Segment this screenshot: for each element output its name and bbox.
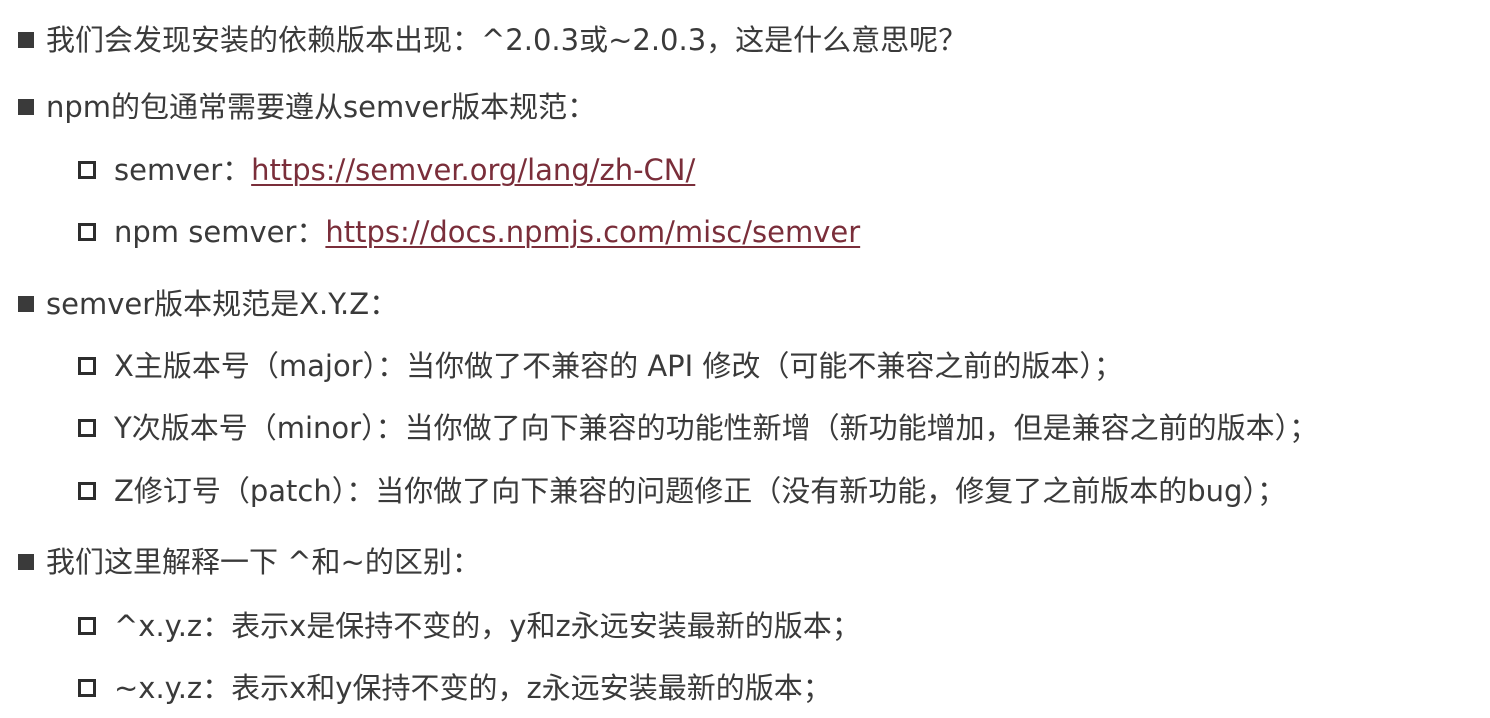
bullet-text: ~x.y.z：表示x和y保持不变的，z永远安装最新的版本； bbox=[114, 671, 832, 705]
hollow-square-bullet-icon bbox=[78, 482, 96, 500]
sub-bullet-caret: ^x.y.z：表示x是保持不变的，y和z永远安装最新的版本； bbox=[78, 606, 861, 646]
npm-semver-link[interactable]: https://docs.npmjs.com/misc/semver bbox=[325, 212, 860, 252]
bullet-label: semver： bbox=[114, 153, 252, 187]
filled-square-bullet-icon bbox=[18, 554, 34, 570]
hollow-square-bullet-icon bbox=[78, 679, 96, 697]
sub-bullet-minor: Y次版本号（minor）：当你做了向下兼容的功能性新增（新功能增加，但是兼容之前… bbox=[78, 408, 1318, 448]
bullet-semver-xyz: semver版本规范是X.Y.Z： bbox=[18, 284, 398, 324]
sub-bullet-tilde: ~x.y.z：表示x和y保持不变的，z永远安装最新的版本； bbox=[78, 668, 832, 708]
filled-square-bullet-icon bbox=[18, 32, 34, 48]
bullet-text: X主版本号（major）：当你做了不兼容的 API 修改（可能不兼容之前的版本）… bbox=[114, 349, 1123, 383]
bullet-semver-intro: npm的包通常需要遵从semver版本规范： bbox=[18, 87, 596, 127]
hollow-square-bullet-icon bbox=[78, 419, 96, 437]
filled-square-bullet-icon bbox=[18, 296, 34, 312]
filled-square-bullet-icon bbox=[18, 99, 34, 115]
bullet-text: 我们这里解释一下 ^和~的区别： bbox=[46, 545, 481, 579]
sub-bullet-major: X主版本号（major）：当你做了不兼容的 API 修改（可能不兼容之前的版本）… bbox=[78, 346, 1123, 386]
bullet-text: Z修订号（patch）：当你做了向下兼容的问题修正（没有新功能，修复了之前版本的… bbox=[114, 474, 1286, 508]
sub-bullet-patch: Z修订号（patch）：当你做了向下兼容的问题修正（没有新功能，修复了之前版本的… bbox=[78, 471, 1286, 511]
hollow-square-bullet-icon bbox=[78, 161, 96, 179]
bullet-label: npm semver： bbox=[114, 215, 326, 249]
bullet-text: ^x.y.z：表示x是保持不变的，y和z永远安装最新的版本； bbox=[114, 609, 861, 643]
bullet-caret-tilde: 我们这里解释一下 ^和~的区别： bbox=[18, 542, 481, 582]
hollow-square-bullet-icon bbox=[78, 617, 96, 635]
hollow-square-bullet-icon bbox=[78, 223, 96, 241]
bullet-version-question: 我们会发现安装的依赖版本出现：^2.0.3或~2.0.3，这是什么意思呢？ bbox=[18, 20, 967, 60]
bullet-text: 我们会发现安装的依赖版本出现：^2.0.3或~2.0.3，这是什么意思呢？ bbox=[46, 23, 968, 57]
bullet-text: semver版本规范是X.Y.Z： bbox=[46, 287, 399, 321]
hollow-square-bullet-icon bbox=[78, 357, 96, 375]
sub-bullet-npm-semver-link: npm semver： https://docs.npmjs.com/misc/… bbox=[78, 212, 860, 252]
semver-link[interactable]: https://semver.org/lang/zh-CN/ bbox=[251, 150, 695, 190]
bullet-text: Y次版本号（minor）：当你做了向下兼容的功能性新增（新功能增加，但是兼容之前… bbox=[114, 411, 1319, 445]
bullet-text: npm的包通常需要遵从semver版本规范： bbox=[46, 90, 597, 124]
sub-bullet-semver-link: semver： https://semver.org/lang/zh-CN/ bbox=[78, 150, 695, 190]
slide-content: 我们会发现安装的依赖版本出现：^2.0.3或~2.0.3，这是什么意思呢？ np… bbox=[0, 0, 1490, 718]
